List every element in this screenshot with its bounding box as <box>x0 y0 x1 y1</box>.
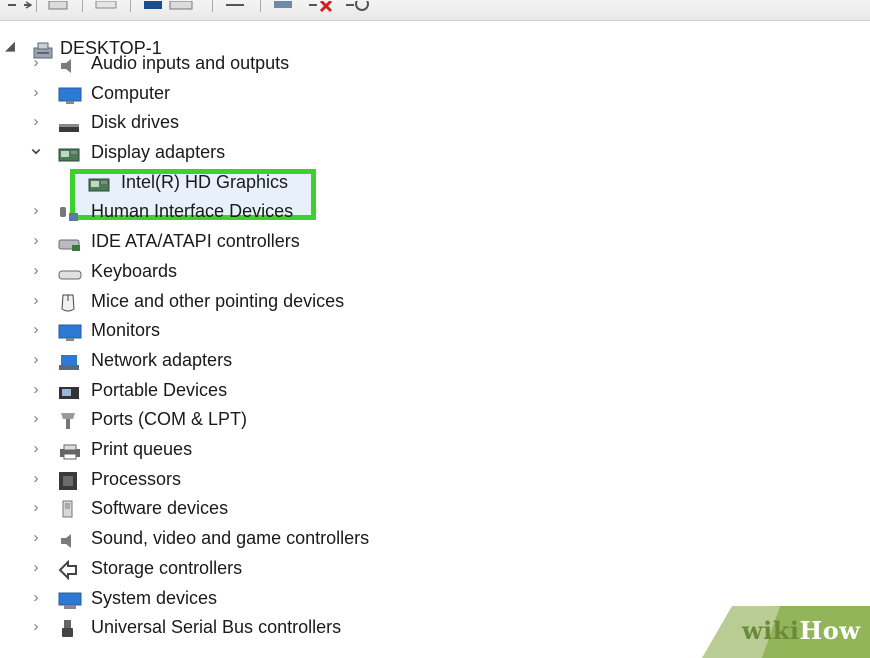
expand-chevron-icon[interactable]: › <box>26 375 46 405</box>
expand-chevron-icon[interactable]: › <box>26 553 46 583</box>
expand-chevron-icon[interactable]: › <box>26 612 46 642</box>
expand-chevron-icon[interactable]: › <box>26 48 46 78</box>
software-device-icon <box>58 499 78 518</box>
usb-icon <box>58 618 78 637</box>
enable-device-icon[interactable] <box>342 0 372 12</box>
display-adapter-icon <box>88 173 110 192</box>
watermark-how: How <box>799 616 861 645</box>
tree-category-label: Mice and other pointing devices <box>91 291 345 311</box>
portable-device-icon <box>58 381 79 399</box>
tree-category-label: IDE ATA/ATAPI controllers <box>91 231 300 251</box>
watermark-wiki: wiki <box>742 616 800 645</box>
tree-category-label: Disk drives <box>91 112 180 132</box>
tree-category-label: Display adapters <box>91 142 226 162</box>
tree-category-row[interactable]: › Ports (COM & LPT) <box>0 404 870 434</box>
properties-icon[interactable] <box>46 0 70 12</box>
ide-controller-icon <box>58 232 80 251</box>
tree-category-row[interactable]: › Software devices <box>0 493 870 523</box>
expand-chevron-icon[interactable]: › <box>26 315 46 345</box>
wikihow-watermark: wikiHow <box>702 606 870 658</box>
sound-icon <box>58 529 78 548</box>
tree-category-label: Human Interface Devices <box>91 201 294 221</box>
tree-category-row[interactable]: › Disk drives <box>0 107 870 137</box>
tree-category-row[interactable]: › IDE ATA/ATAPI controllers <box>0 226 870 256</box>
expand-chevron-icon[interactable]: › <box>26 78 46 108</box>
toolbar-separator <box>130 0 131 12</box>
tree-category-label: Computer <box>91 83 171 103</box>
tree-category-row[interactable]: › Keyboards <box>0 256 870 286</box>
tree-device-row-selected[interactable]: Intel(R) HD Graphics <box>0 167 870 197</box>
tree-category-label: Software devices <box>91 498 229 518</box>
uninstall-icon[interactable] <box>305 0 335 13</box>
disk-drive-icon <box>58 113 79 132</box>
speaker-icon <box>58 54 78 73</box>
port-icon <box>58 410 78 429</box>
tree-category-label: Sound, video and game controllers <box>91 528 370 548</box>
expand-chevron-icon[interactable]: › <box>26 523 46 553</box>
tree-category-label: Network adapters <box>91 350 233 370</box>
back-forward-icon[interactable] <box>6 0 33 12</box>
tree-category-row[interactable]: ⌄ Display adapters <box>0 137 870 167</box>
tree-category-label: Ports (COM & LPT) <box>91 409 248 429</box>
expand-chevron-icon[interactable]: › <box>26 286 46 316</box>
system-device-icon <box>58 589 82 609</box>
tree-category-label: System devices <box>91 588 218 608</box>
toolbar-separator <box>82 0 83 12</box>
expand-chevron-icon[interactable]: › <box>26 345 46 375</box>
mouse-icon <box>58 292 78 312</box>
tree-category-row[interactable]: › Audio inputs and outputs <box>0 48 870 78</box>
expand-chevron-icon[interactable]: › <box>26 464 46 494</box>
keyboard-icon <box>58 262 82 280</box>
expand-chevron-icon[interactable]: › <box>26 107 46 137</box>
tree-category-label: Storage controllers <box>91 558 243 578</box>
tree-category-label: Monitors <box>91 320 161 340</box>
expand-chevron-icon[interactable]: › <box>26 583 46 613</box>
toolbar-separator <box>212 0 213 12</box>
tree-category-label: Audio inputs and outputs <box>91 53 290 73</box>
expand-chevron-icon[interactable]: › <box>26 256 46 286</box>
view-icons[interactable] <box>142 0 202 12</box>
scan-hardware-icon[interactable] <box>222 0 252 12</box>
tree-category-label: Universal Serial Bus controllers <box>91 617 342 637</box>
tree-category-label: Keyboards <box>91 261 178 281</box>
tree-device-label: Intel(R) HD Graphics <box>121 172 289 192</box>
tree-category-label: Portable Devices <box>91 380 228 400</box>
tree-category-row[interactable]: › Storage controllers <box>0 553 870 583</box>
tree-category-row[interactable]: › Network adapters <box>0 345 870 375</box>
expand-chevron-icon[interactable]: › <box>26 226 46 256</box>
update-driver-icon[interactable] <box>270 0 300 12</box>
toolbar-separator <box>36 0 37 12</box>
network-adapter-icon <box>58 351 79 370</box>
toolbar-separator <box>260 0 261 12</box>
tree-category-row[interactable]: › Monitors <box>0 315 870 345</box>
expand-chevron-icon[interactable]: › <box>26 404 46 434</box>
processor-icon <box>58 470 78 490</box>
hid-icon <box>58 202 78 221</box>
tree-category-row[interactable]: › Sound, video and game controllers <box>0 523 870 553</box>
tree-category-row[interactable]: › Portable Devices <box>0 375 870 405</box>
tree-category-row[interactable]: › Processors <box>0 464 870 494</box>
monitor-icon <box>58 321 82 341</box>
tree-category-row[interactable]: › Mice and other pointing devices <box>0 286 870 316</box>
collapse-chevron-icon[interactable]: ⌄ <box>26 137 46 167</box>
help-icon[interactable] <box>94 0 118 12</box>
tree-category-label: Print queues <box>91 439 193 459</box>
tree-category-row[interactable]: › Print queues <box>0 434 870 464</box>
expand-chevron-icon[interactable]: › <box>26 434 46 464</box>
expand-chevron-icon[interactable]: › <box>26 493 46 523</box>
toolbar <box>0 0 870 21</box>
tree-category-row[interactable]: › Computer <box>0 78 870 108</box>
tree-category-label: Processors <box>91 469 182 489</box>
storage-controller-icon <box>58 559 78 581</box>
tree-category-row[interactable]: › Human Interface Devices <box>0 196 870 226</box>
expand-chevron-icon[interactable]: › <box>26 196 46 226</box>
monitor-icon <box>58 84 82 104</box>
printer-icon <box>58 440 80 460</box>
display-adapter-icon <box>58 143 80 162</box>
